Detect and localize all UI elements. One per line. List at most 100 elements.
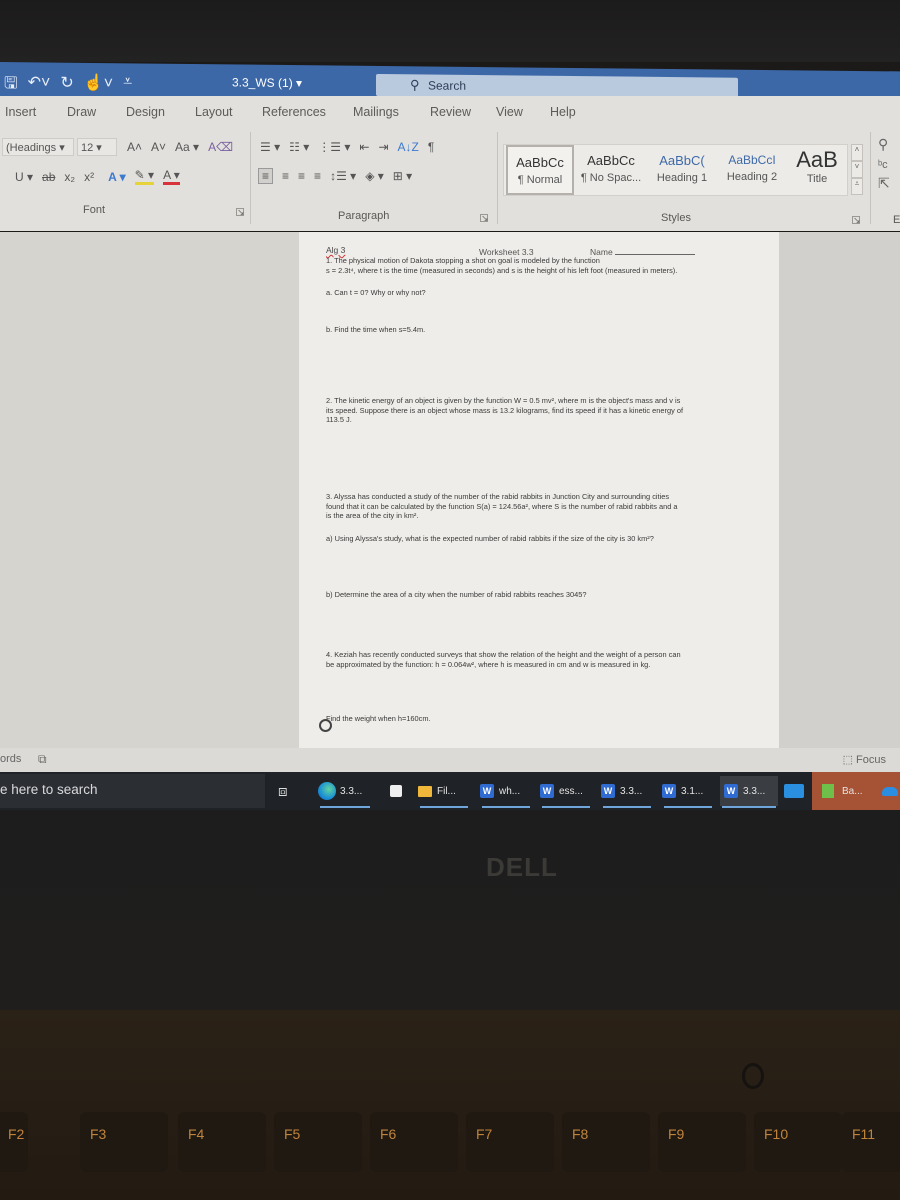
monitor-bezel-bottom xyxy=(0,810,900,1010)
multilevel-list-icon[interactable]: ⋮☰ ▾ xyxy=(318,140,350,154)
style-normal[interactable]: AaBbCc ¶ Normal xyxy=(506,145,574,195)
taskbar-item-onedrive[interactable] xyxy=(882,776,898,806)
taskbar-item-mail[interactable] xyxy=(784,776,804,806)
paragraph-row-2: ≡ ≡ ≡ ≡ ↕☰ ▾ ◈ ▾ ⊞ ▾ xyxy=(258,168,421,184)
key-f11[interactable]: F11 xyxy=(842,1112,900,1172)
key-f2[interactable]: F2 xyxy=(0,1112,28,1172)
tab-layout[interactable]: Layout xyxy=(195,105,233,119)
line-spacing-icon[interactable]: ↕☰ ▾ xyxy=(330,169,356,183)
style-heading-1[interactable]: AaBbC( Heading 1 xyxy=(648,145,716,195)
font-dialog-launcher[interactable]: ↘ xyxy=(236,208,245,217)
key-f5[interactable]: F5 xyxy=(274,1112,362,1172)
show-formatting-marks-icon[interactable]: ¶ xyxy=(428,140,434,154)
focus-icon: ⬚ xyxy=(842,754,853,766)
taskbar-search-input[interactable]: e here to search xyxy=(0,774,265,808)
key-f10[interactable]: F10 xyxy=(754,1112,842,1172)
taskbar-item-green-app[interactable]: Ba... xyxy=(822,776,872,806)
proofing-icon[interactable]: ⧉ xyxy=(38,752,47,767)
style-heading-2[interactable]: AaBbCcI Heading 2 xyxy=(718,145,786,195)
key-f9[interactable]: F9 xyxy=(658,1112,746,1172)
taskbar-item-word-3[interactable]: W 3.3... xyxy=(601,776,653,808)
tab-mailings[interactable]: Mailings xyxy=(353,105,399,119)
increase-indent-icon[interactable]: ⇥ xyxy=(378,140,388,154)
tab-draw[interactable]: Draw xyxy=(67,105,96,119)
styles-dialog-launcher[interactable]: ↘ xyxy=(852,216,861,225)
tab-design[interactable]: Design xyxy=(126,105,165,119)
word-count[interactable]: ords xyxy=(0,753,21,765)
superscript-icon[interactable]: x² xyxy=(84,170,94,184)
taskbar-item-word-4[interactable]: W 3.1... xyxy=(662,776,714,808)
key-f6[interactable]: F6 xyxy=(370,1112,458,1172)
tab-help[interactable]: Help xyxy=(550,105,576,119)
numbering-icon[interactable]: ☷ ▾ xyxy=(289,140,309,154)
font-group-label: Font xyxy=(83,204,106,216)
underline-icon[interactable]: U ▾ xyxy=(15,170,33,184)
monitor-bezel-top xyxy=(0,0,900,62)
word-icon: W xyxy=(662,784,676,798)
focus-mode-button[interactable]: ⬚ Focus xyxy=(843,753,886,766)
power-button[interactable] xyxy=(742,1063,764,1089)
subscript-icon[interactable]: x₂ xyxy=(64,170,75,184)
sort-icon[interactable]: A↓Z xyxy=(398,140,419,154)
task-view-button[interactable]: ⧈ xyxy=(278,776,288,806)
borders-icon[interactable]: ⊞ ▾ xyxy=(393,169,412,183)
font-name-select[interactable]: (Headings ▾ xyxy=(2,138,74,156)
font-color-icon[interactable]: A ▾ xyxy=(163,168,180,185)
editing-group-label: E xyxy=(893,214,900,226)
tab-insert[interactable]: Insert xyxy=(5,105,36,119)
strikethrough-icon[interactable]: ab xyxy=(42,170,55,184)
tab-review[interactable]: Review xyxy=(430,105,471,119)
dell-logo: DELL xyxy=(486,852,558,882)
key-f8[interactable]: F8 xyxy=(562,1112,650,1172)
align-left-icon[interactable]: ≡ xyxy=(258,168,274,184)
styles-more-icon[interactable]: ⩡ xyxy=(851,178,863,195)
select-icon[interactable]: ⇱ xyxy=(878,175,890,192)
document-page[interactable]: Alg 3 Worksheet 3.3 Name 1. The physical… xyxy=(299,232,779,764)
file-explorer-icon xyxy=(418,785,432,797)
decrease-indent-icon[interactable]: ⇤ xyxy=(359,140,369,154)
shading-icon[interactable]: ◈ ▾ xyxy=(365,169,384,183)
text-effects-icon[interactable]: A ▾ xyxy=(108,170,126,184)
task-view-icon: ⧈ xyxy=(278,782,288,800)
styles-scroll-down-icon[interactable]: ˅ xyxy=(851,161,863,178)
replace-icon[interactable]: ᵇc xyxy=(878,159,890,171)
find-icon[interactable]: ⚲ xyxy=(878,136,890,153)
align-right-icon[interactable]: ≡ xyxy=(298,169,305,183)
status-bar: ords ⧉ ⬚ Focus xyxy=(0,748,900,772)
taskbar: e here to search ⧈ 3.3... Fil... W wh...… xyxy=(0,772,900,810)
document-title[interactable]: 3.3_WS (1) ▾ xyxy=(232,75,302,90)
clear-formatting-icon[interactable]: A⌫ xyxy=(208,140,233,154)
q1b: b. Find the time when s=5.4m. xyxy=(326,325,426,334)
editing-group: ⚲ ᵇc ⇱ xyxy=(878,136,890,192)
tab-view[interactable]: View xyxy=(496,105,523,119)
grow-font-icon[interactable]: A˄ xyxy=(127,140,142,154)
shrink-font-icon[interactable]: A˅ xyxy=(151,140,166,154)
font-row-2: U ▾ ab x₂ x² A ▾ ✎ ▾ A ▾ xyxy=(15,168,189,185)
change-case-icon[interactable]: Aa ▾ xyxy=(175,140,199,154)
key-f3[interactable]: F3 xyxy=(80,1112,168,1172)
paragraph-dialog-launcher[interactable]: ↘ xyxy=(480,214,489,223)
taskbar-item-edge[interactable]: 3.3... xyxy=(318,776,372,808)
align-center-icon[interactable]: ≡ xyxy=(282,169,289,183)
tab-references[interactable]: References xyxy=(262,105,326,119)
bullets-icon[interactable]: ☰ ▾ xyxy=(260,140,280,154)
taskbar-item-file-explorer[interactable]: Fil... xyxy=(418,776,470,808)
q2-text: 2. The kinetic energy of an object is gi… xyxy=(326,396,683,425)
taskbar-item-word-5-active[interactable]: W 3.3... xyxy=(720,776,778,808)
styles-scroll-up-icon[interactable]: ˄ xyxy=(851,144,863,161)
style-no-spacing[interactable]: AaBbCc ¶ No Spac... xyxy=(576,145,646,195)
word-icon: W xyxy=(480,784,494,798)
styles-gallery: AaBbCc ¶ Normal AaBbCc ¶ No Spac... AaBb… xyxy=(503,144,848,196)
highlight-color-icon[interactable]: ✎ ▾ xyxy=(134,168,155,185)
taskbar-item-store[interactable] xyxy=(390,776,402,806)
style-title[interactable]: AaB Title xyxy=(788,145,846,195)
justify-icon[interactable]: ≡ xyxy=(314,169,321,183)
page-margin-area xyxy=(779,232,900,764)
taskbar-item-word-1[interactable]: W wh... xyxy=(480,776,532,808)
font-size-select[interactable]: 12 ▾ xyxy=(77,138,117,156)
key-f4[interactable]: F4 xyxy=(178,1112,266,1172)
key-f7[interactable]: F7 xyxy=(466,1112,554,1172)
group-divider xyxy=(497,132,498,224)
name-blank[interactable] xyxy=(615,254,696,255)
taskbar-item-word-2[interactable]: W ess... xyxy=(540,776,592,808)
